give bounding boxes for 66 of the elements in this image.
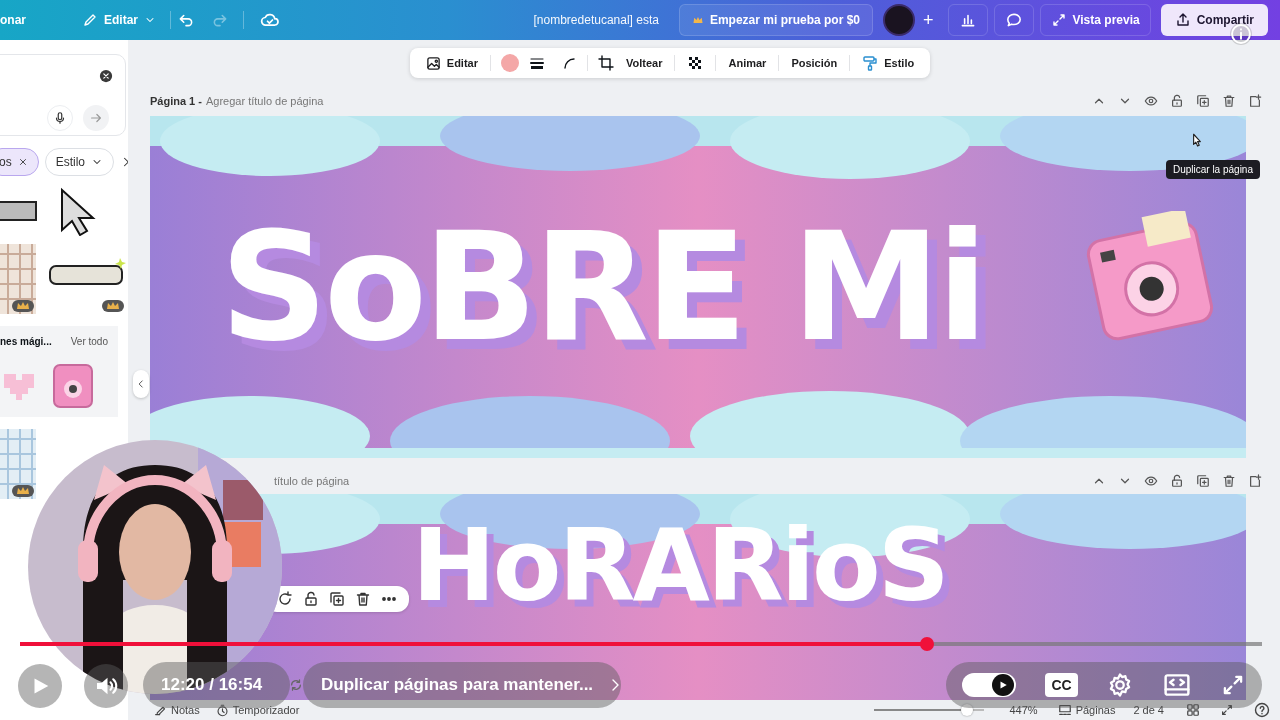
image-edit-icon: [425, 55, 441, 71]
autoplay-toggle[interactable]: [962, 673, 1016, 697]
edit-image-button[interactable]: Editar: [417, 50, 486, 76]
crop-icon[interactable]: [598, 55, 614, 71]
microphone-icon[interactable]: [53, 111, 67, 125]
preview-button[interactable]: Vista previa: [1039, 4, 1151, 36]
insights-button[interactable]: [947, 4, 988, 36]
zoom-level[interactable]: 447%: [1009, 704, 1038, 716]
button-graphic[interactable]: [0, 200, 40, 222]
page-label: Página 1 -: [150, 95, 202, 107]
transparency-icon[interactable]: [687, 55, 704, 71]
position-button[interactable]: Posición: [783, 50, 846, 76]
add-page-icon[interactable]: [1248, 94, 1262, 108]
border-weight-icon[interactable]: [529, 55, 545, 71]
lock-icon[interactable]: [1170, 94, 1184, 108]
trial-button[interactable]: Empezar mi prueba por $0: [678, 4, 873, 36]
corner-rounding-icon[interactable]: [561, 55, 577, 71]
close-icon[interactable]: [99, 69, 113, 83]
see-all-link[interactable]: Ver todo: [70, 336, 108, 347]
eye-icon[interactable]: [1144, 94, 1158, 108]
trash-icon[interactable]: [355, 591, 371, 607]
theater-mode-button[interactable]: [1162, 671, 1191, 699]
captions-button[interactable]: CC: [1045, 673, 1078, 697]
avatar[interactable]: [883, 4, 915, 36]
pages-button[interactable]: Páginas: [1057, 703, 1116, 717]
duplicate-icon[interactable]: [1196, 474, 1210, 488]
expand-icon: [1050, 12, 1067, 28]
flip-button[interactable]: Voltear: [618, 50, 671, 76]
page-title-field[interactable]: título de página: [274, 475, 350, 487]
style-button[interactable]: Estilo: [854, 50, 923, 76]
pencil-icon[interactable]: [82, 12, 98, 28]
section-title: nes mági...: [0, 336, 52, 347]
lock-icon[interactable]: [303, 591, 319, 607]
eye-icon[interactable]: [1144, 474, 1158, 488]
chevron-left-icon: [136, 379, 146, 389]
design-name[interactable]: [nombredetucanal] esta: [533, 13, 659, 27]
trash-icon[interactable]: [1222, 474, 1236, 488]
timer-icon: [215, 703, 229, 717]
page-title-field[interactable]: Agregar título de página: [205, 95, 324, 107]
chapter-button[interactable]: Duplicar páginas para mantener...: [303, 662, 621, 708]
page-count: 2 de 4: [1133, 704, 1164, 716]
color-swatch[interactable]: [501, 54, 519, 72]
add-page-icon[interactable]: [1248, 474, 1262, 488]
trash-icon[interactable]: [1222, 94, 1236, 108]
add-button[interactable]: +: [915, 4, 942, 36]
theater-icon: [1162, 671, 1191, 699]
share-button[interactable]: Compartir: [1160, 4, 1268, 36]
grid-view-icon[interactable]: [1186, 703, 1200, 717]
zoom-handle[interactable]: [961, 704, 973, 716]
filter-chip[interactable]: Estilo: [44, 148, 115, 176]
animate-button[interactable]: Animar: [720, 50, 775, 76]
camera-graphic[interactable]: [50, 363, 96, 409]
search-field[interactable]: [0, 54, 126, 136]
duplicate-icon[interactable]: [1196, 94, 1210, 108]
comment-icon: [1004, 11, 1023, 29]
paint-roller-icon: [862, 55, 879, 71]
filter-chip[interactable]: os: [0, 148, 39, 176]
lock-icon[interactable]: [1170, 474, 1184, 488]
comment-button[interactable]: [993, 4, 1034, 36]
share-icon: [1174, 12, 1191, 28]
remove-icon: [17, 157, 28, 167]
pages-icon: [1057, 703, 1072, 717]
duplicate-icon[interactable]: [329, 591, 345, 607]
help-icon[interactable]: [1254, 702, 1270, 718]
play-icon: [998, 680, 1008, 690]
fullscreen-icon[interactable]: [1220, 703, 1234, 717]
